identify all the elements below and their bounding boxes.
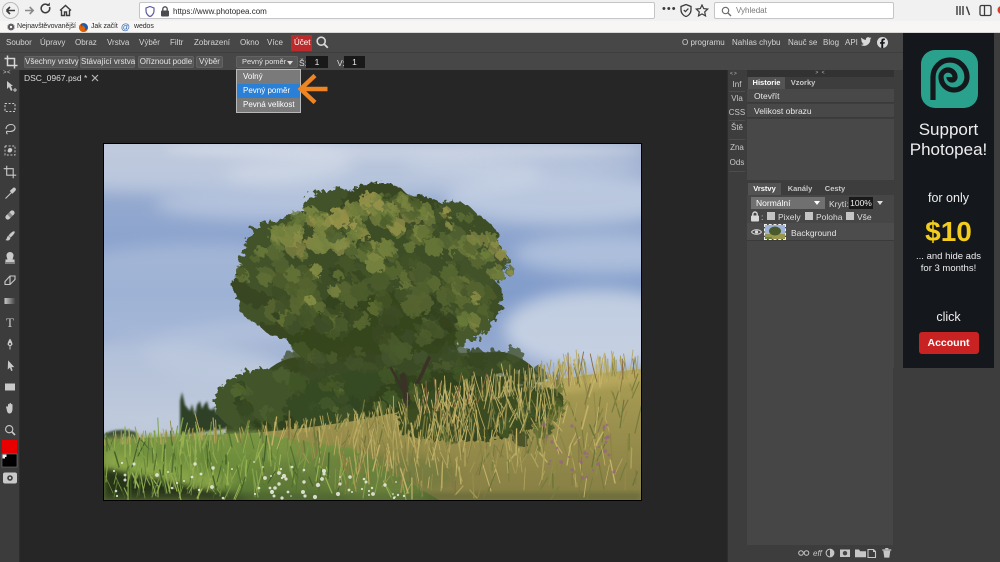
svg-text:T: T [6, 315, 14, 330]
svg-text:eff: eff [813, 549, 823, 558]
